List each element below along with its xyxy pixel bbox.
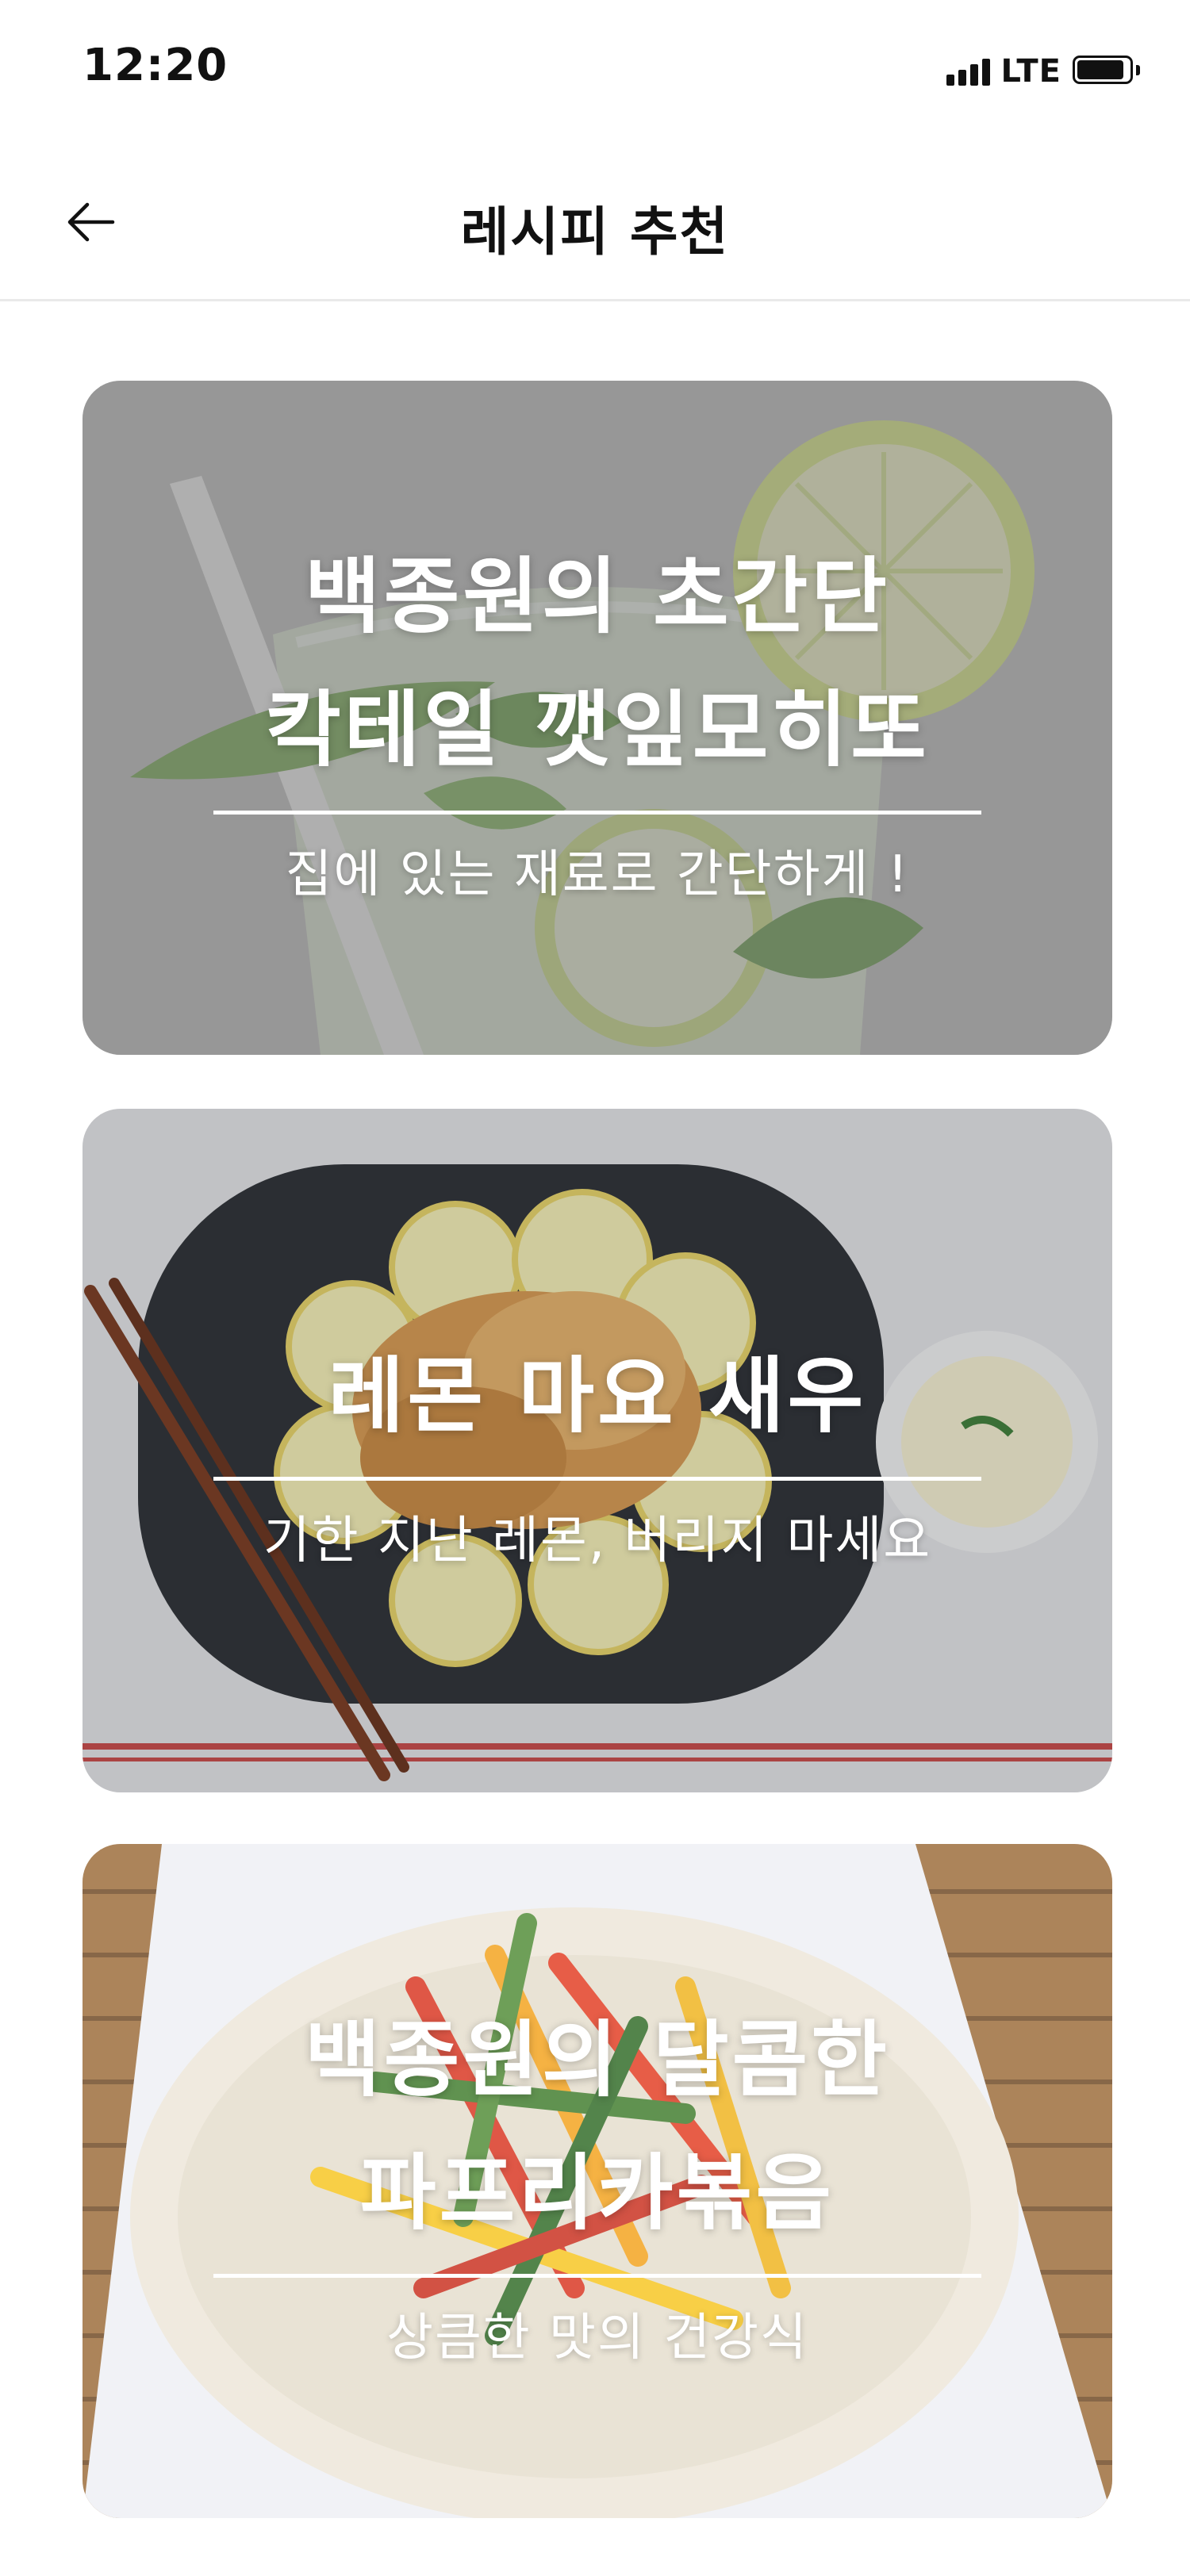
recipe-card-text: 레몬 마요 새우 기한 지난 레몬, 버리지 마세요 [83, 1109, 1112, 1792]
status-bar: 12:20 LTE [0, 0, 1190, 139]
status-time: 12:20 [83, 40, 228, 91]
recipe-subtitle: 기한 지난 레몬, 버리지 마세요 [263, 1511, 932, 1570]
recipe-title-line: 레몬 마요 새우 [328, 1347, 867, 1444]
divider [213, 810, 981, 815]
recipe-title: 백종원의 달콤한 파프리카볶음 [305, 1993, 890, 2260]
recipe-title-line: 백종원의 초간단 [305, 547, 890, 645]
recipe-subtitle: 상큼한 맛의 건강식 [386, 2308, 808, 2367]
recipe-card-paprika-stir-fry[interactable]: 백종원의 달콤한 파프리카볶음 상큼한 맛의 건강식 [83, 1844, 1112, 2518]
recipe-title-line: 백종원의 달콤한 [305, 2011, 890, 2108]
network-label: LTE [1000, 53, 1061, 90]
status-indicators: LTE [946, 49, 1141, 94]
signal-icon [946, 57, 990, 86]
recipe-subtitle: 집에 있는 재료로 간단하게 ! [285, 845, 910, 904]
recipe-title-line: 칵테일 깻잎모히또 [265, 680, 930, 778]
divider [213, 1476, 981, 1481]
recipe-title: 레몬 마요 새우 [328, 1329, 867, 1462]
divider [213, 2273, 981, 2278]
recipe-title-line: 파프리카볶음 [359, 2144, 835, 2241]
app-header: 레시피 추천 [0, 139, 1190, 301]
recipe-card-lemon-mayo-shrimp[interactable]: 레몬 마요 새우 기한 지난 레몬, 버리지 마세요 [83, 1109, 1112, 1792]
recipe-card-text: 백종원의 초간단 칵테일 깻잎모히또 집에 있는 재료로 간단하게 ! [83, 381, 1112, 1055]
battery-icon [1073, 56, 1141, 87]
recipe-card-text: 백종원의 달콤한 파프리카볶음 상큼한 맛의 건강식 [83, 1844, 1112, 2518]
recipe-title: 백종원의 초간단 칵테일 깻잎모히또 [265, 530, 930, 796]
page-title: 레시피 추천 [460, 201, 730, 263]
recipe-card-mojito[interactable]: 백종원의 초간단 칵테일 깻잎모히또 집에 있는 재료로 간단하게 ! [83, 381, 1112, 1055]
